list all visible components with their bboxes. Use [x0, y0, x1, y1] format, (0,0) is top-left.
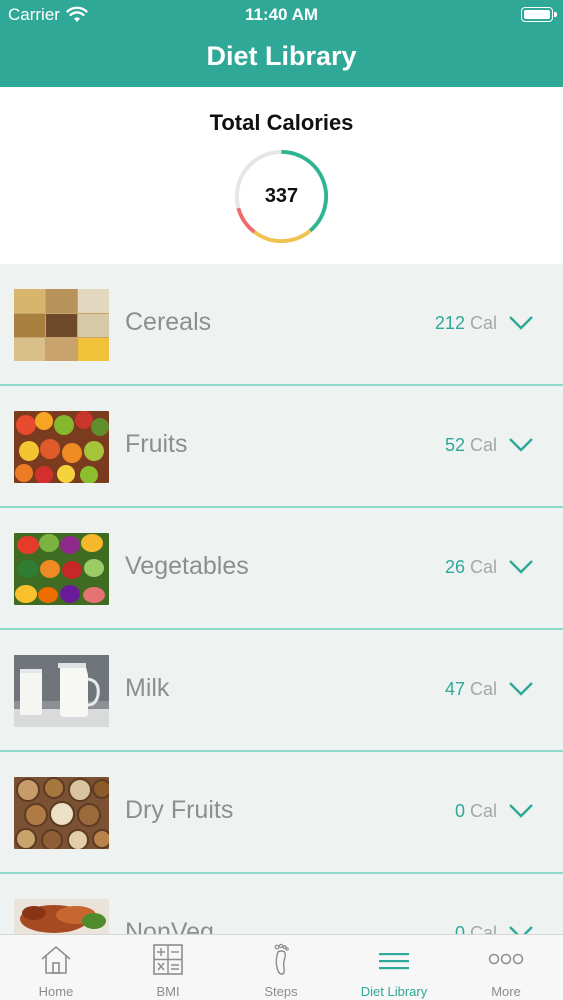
category-calories: 0 Cal [454, 923, 497, 934]
total-calories-label: Total Calories [209, 110, 354, 135]
tab-label: BMI [156, 984, 180, 999]
category-name: Dry Fruits [125, 796, 234, 824]
category-calories: 0 Cal [454, 801, 497, 821]
category-name: Milk [125, 674, 170, 702]
dry-fruits-photo [14, 777, 109, 849]
total-calories-value: 337 [264, 185, 299, 207]
chevron-down-icon[interactable] [508, 803, 534, 819]
total-calories-panel: Total Calories 337 [0, 87, 563, 264]
chevron-down-icon[interactable] [508, 681, 534, 697]
tab-bmi[interactable]: BMI [112, 935, 224, 1000]
tab-label: Steps [264, 984, 298, 999]
chevron-down-icon[interactable] [508, 559, 534, 575]
category-name: Cereals [125, 308, 212, 336]
chevron-down-icon[interactable] [508, 315, 534, 331]
page-title: Diet Library [206, 41, 357, 71]
category-row-dry-fruits[interactable]: Dry Fruits 0 Cal [0, 752, 563, 874]
chevron-down-icon[interactable] [508, 925, 534, 934]
category-row-fruits[interactable]: Fruits 52 Cal [0, 386, 563, 508]
list-icon [379, 953, 409, 970]
battery-icon [521, 7, 557, 22]
tab-home[interactable]: Home [0, 935, 112, 1000]
tab-bar: Home BMI Steps Diet Library More [0, 934, 563, 1000]
tab-diet-library[interactable]: Diet Library [338, 935, 450, 1000]
milk-photo [14, 655, 109, 727]
tab-more[interactable]: More [450, 935, 562, 1000]
status-time: 11:40 AM [244, 5, 319, 24]
navigation-header: Carrier 11:40 AM Diet Library [0, 0, 563, 87]
tab-steps[interactable]: Steps [225, 935, 337, 1000]
category-name: NonVeg [125, 918, 214, 934]
category-calories: 52 Cal [444, 435, 497, 455]
home-icon [41, 945, 71, 974]
fruits-photo [14, 411, 109, 483]
grains-photo [14, 289, 109, 361]
vegetables-photo [14, 533, 109, 605]
category-row-cereals[interactable]: Cereals 212 Cal [0, 264, 563, 386]
tab-label: More [491, 984, 521, 999]
tab-label: Diet Library [360, 984, 428, 999]
status-bar: Carrier 11:40 AM [0, 0, 563, 30]
calculator-icon [153, 944, 183, 975]
category-calories: 212 Cal [434, 313, 497, 333]
category-calories: 47 Cal [444, 679, 497, 699]
category-name: Fruits [125, 430, 188, 458]
tab-label: Home [38, 984, 74, 999]
category-row-milk[interactable]: Milk 47 Cal [0, 630, 563, 752]
more-icon [488, 953, 524, 965]
category-calories: 26 Cal [444, 557, 497, 577]
chevron-down-icon[interactable] [508, 437, 534, 453]
footprint-icon [274, 943, 289, 975]
category-name: Vegetables [125, 552, 249, 580]
category-list[interactable]: Cereals 212 Cal Fruits 52 Cal Vegetables… [0, 264, 563, 934]
category-row-vegetables[interactable]: Vegetables 26 Cal [0, 508, 563, 630]
nonveg-photo [14, 899, 109, 934]
category-row-nonveg[interactable]: NonVeg 0 Cal [0, 874, 563, 934]
